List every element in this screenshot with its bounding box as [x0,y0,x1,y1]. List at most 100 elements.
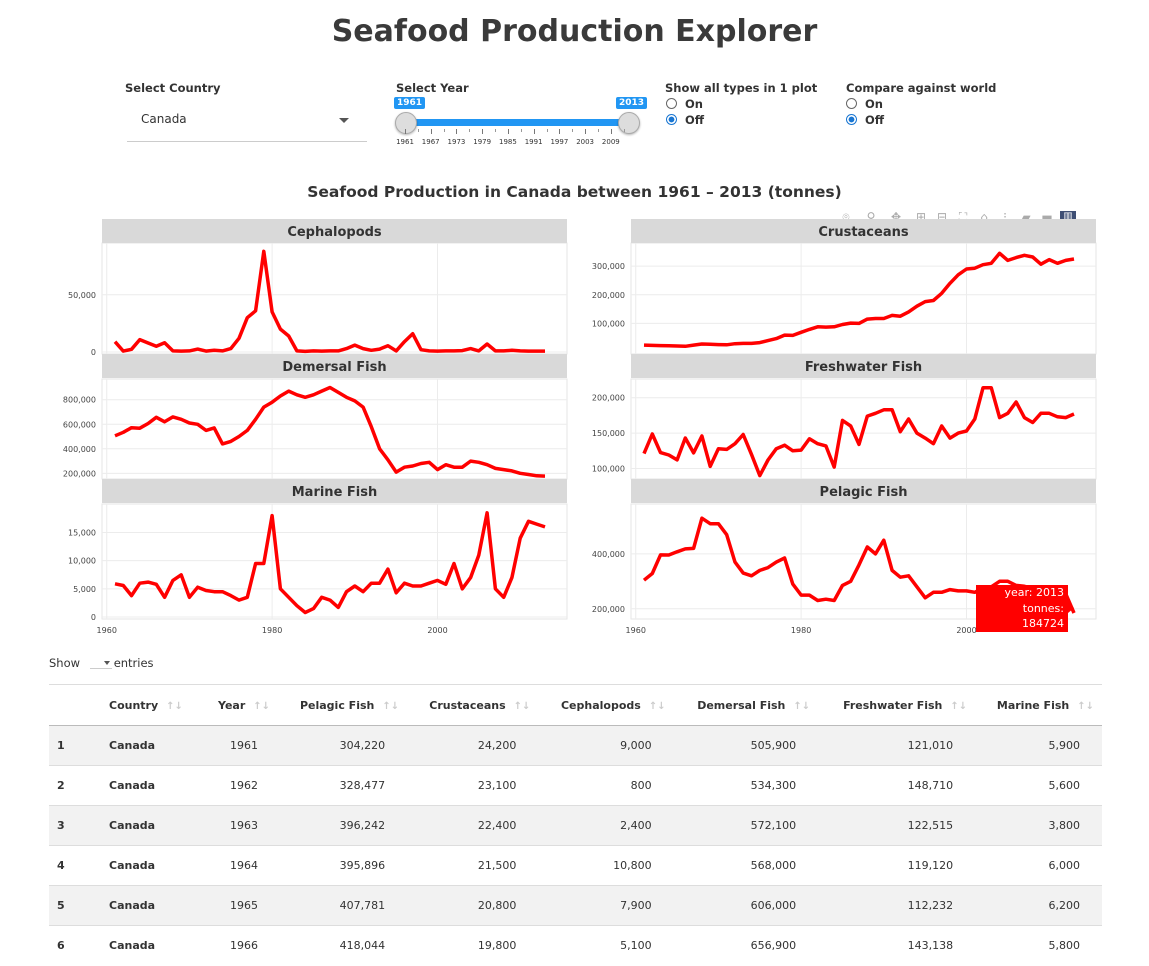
year-slider-to-handle[interactable] [618,112,640,134]
column-header-label: Year [218,698,246,712]
column-header[interactable]: Demersal Fish ↑↓ [673,685,819,726]
table-header-row: Country ↑↓ Year ↑↓ Pelagic Fish ↑↓ Crustaceans… [49,685,1102,726]
column-header[interactable]: Pelagic Fish ↑↓ [278,685,408,726]
data-table: Country ↑↓ Year ↑↓ Pelagic Fish ↑↓ Crustaceans… [49,685,1102,965]
facet-title: Cephalopods [287,225,382,240]
table-cell: 800 [538,765,674,806]
table-row[interactable]: 1 Canada 1961 304,220 24,200 9,000 505,900 121,… [49,725,1102,766]
facet-title: Pelagic Fish [820,485,908,500]
column-header[interactable]: Freshwater Fish ↑↓ [818,685,976,726]
x-tick-label: 1960 [626,626,646,635]
column-header[interactable] [49,685,101,726]
year-slider-range[interactable] [404,119,628,126]
y-tick-label: 300,000 [592,262,625,271]
table-cell: 10,800 [538,845,674,886]
compare-world-on-option[interactable]: On [846,97,883,111]
table-cell: 119,120 [818,845,976,886]
slider-tick [546,129,548,132]
y-tick-label: 100,000 [592,319,625,328]
table-length-control[interactable]: Show entries [49,656,154,670]
slider-tick [443,129,445,132]
all-types-label: Show all types in 1 plot [665,81,818,95]
slider-tick-label: 2009 [601,138,620,146]
slider-tick [469,129,471,132]
y-tick-label: 0 [91,348,96,357]
sort-icon[interactable]: ↑↓ [1077,701,1094,712]
radio-checked-icon[interactable] [666,114,677,125]
y-tick-label: 800,000 [63,396,96,405]
sort-icon[interactable]: ↑↓ [166,701,183,712]
hover-tooltip: year: 2013 tonnes: 184724 country: Canad… [976,585,1068,661]
table-cell: 4 [49,845,101,886]
y-tick-label: 400,000 [63,445,96,454]
table-cell: 1963 [201,805,279,846]
slider-tick [456,129,458,134]
table-cell: 395,896 [278,845,408,886]
table-cell: 505,900 [673,725,819,766]
table-row[interactable]: 6 Canada 1966 418,044 19,800 5,100 656,900 143,… [49,925,1102,965]
country-select[interactable]: Canada [127,106,367,142]
x-tick-label: 1980 [262,626,282,635]
table-cell: 122,515 [818,805,976,846]
panel-background [630,242,1097,355]
sort-icon[interactable]: ↑↓ [649,701,666,712]
y-tick-label: 100,000 [592,465,625,474]
sort-icon[interactable]: ↑↓ [253,701,270,712]
table-cell: 5,100 [538,925,674,965]
table-cell: 5 [49,885,101,926]
column-header-label: Cephalopods [560,698,641,712]
tooltip-year: year: 2013 [1004,586,1064,599]
y-tick-label: 200,000 [592,605,625,614]
all-types-on-label: On [685,97,703,111]
table-cell: 3,800 [975,805,1102,846]
sort-icon[interactable]: ↑↓ [382,701,399,712]
y-tick-label: 0 [91,613,96,622]
compare-world-off-label: Off [865,113,885,127]
column-header[interactable]: Year ↑↓ [201,685,279,726]
compare-world-on-label: On [865,97,883,111]
year-slider-from-handle[interactable] [395,112,417,134]
all-types-off-option[interactable]: Off [666,113,704,127]
table-cell: 304,220 [278,725,408,766]
facet-title: Freshwater Fish [805,360,922,375]
table-cell: 19,800 [407,925,539,965]
table-cell: 5,800 [975,925,1102,965]
table-cell: 534,300 [673,765,819,806]
table-row[interactable]: 2 Canada 1962 328,477 23,100 800 534,300 148,71… [49,765,1102,806]
slider-tick [572,129,574,132]
compare-world-off-option[interactable]: Off [846,113,884,127]
table-row[interactable]: 3 Canada 1963 396,242 22,400 2,400 572,100 122,… [49,805,1102,846]
y-tick-label: 200,000 [592,394,625,403]
sort-icon[interactable]: ↑↓ [514,701,531,712]
country-select-label: Select Country [125,81,221,95]
slider-tick [417,129,419,132]
sort-icon[interactable]: ↑↓ [950,701,967,712]
column-header[interactable]: Cephalopods ↑↓ [538,685,674,726]
radio-unchecked-icon[interactable] [846,98,857,109]
facet-title: Demersal Fish [282,360,386,375]
slider-tick [430,129,432,134]
table-cell: 6 [49,925,101,965]
compare-world-label: Compare against world [846,81,997,95]
radio-unchecked-icon[interactable] [666,98,677,109]
column-header[interactable]: Country ↑↓ [101,685,202,726]
table-cell: 5,900 [975,725,1102,766]
all-types-off-label: Off [685,113,705,127]
table-row[interactable]: 4 Canada 1964 395,896 21,500 10,800 568,000 119… [49,845,1102,886]
table-cell: 2 [49,765,101,806]
table-cell: 656,900 [673,925,819,965]
table-cell: 20,800 [407,885,539,926]
faceted-line-chart[interactable]: 0 50,000 Cephalopods 100,000 200,000 300,000 C… [0,200,1149,645]
y-tick-label: 5,000 [73,585,96,594]
column-header[interactable]: Crustaceans ↑↓ [407,685,539,726]
table-row[interactable]: 5 Canada 1965 407,781 20,800 7,900 606,000 112,… [49,885,1102,926]
column-header[interactable]: Marine Fish ↑↓ [975,685,1102,726]
x-tick-label: 1980 [791,626,811,635]
page-title: Seafood Production Explorer [331,14,818,49]
radio-checked-icon[interactable] [846,114,857,125]
all-types-on-option[interactable]: On [666,97,703,111]
sort-icon[interactable]: ↑↓ [793,701,810,712]
table-cell: 1965 [201,885,279,926]
table-length-select[interactable] [89,656,112,669]
data-table-wrapper: Country ↑↓ Year ↑↓ Pelagic Fish ↑↓ Crustaceans… [49,684,1102,965]
